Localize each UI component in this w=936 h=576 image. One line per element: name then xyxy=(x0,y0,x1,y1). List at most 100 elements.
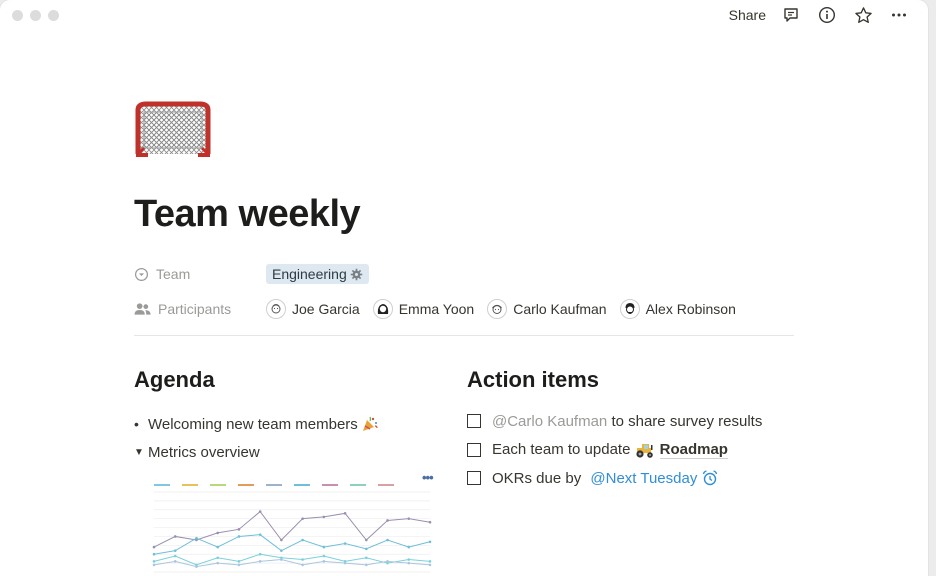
data-point xyxy=(152,545,156,549)
data-point xyxy=(386,538,389,542)
data-point xyxy=(301,558,304,561)
properties-divider xyxy=(134,335,794,336)
data-point xyxy=(428,560,432,563)
legend-swatch xyxy=(182,484,198,486)
person-alex-robinson[interactable]: Alex Robinson xyxy=(619,299,736,319)
data-point xyxy=(428,540,432,544)
agenda-item-text: Metrics overview xyxy=(148,443,260,461)
data-point xyxy=(216,545,219,549)
legend-swatch xyxy=(350,484,366,486)
data-point xyxy=(195,536,198,540)
todo-item: OKRs due by @Next Tuesday xyxy=(467,464,762,493)
toggle-triangle-icon[interactable]: ▼ xyxy=(134,447,148,458)
legend-swatch xyxy=(210,484,226,486)
data-point xyxy=(343,512,347,515)
agenda-heading[interactable]: Agenda xyxy=(134,367,215,393)
todo-checkbox[interactable] xyxy=(467,471,481,486)
todo-item: @Carlo Kaufman to share survey results xyxy=(467,407,762,436)
data-point xyxy=(365,538,368,542)
chart-options-icon[interactable]: ••• xyxy=(422,470,434,485)
participants-label-text: Participants xyxy=(158,301,232,317)
series-line xyxy=(153,510,431,548)
bullet-icon: • xyxy=(134,416,139,432)
chart-svg xyxy=(152,484,432,573)
legend-swatch xyxy=(294,484,310,486)
share-button[interactable]: Share xyxy=(729,7,766,23)
person-carlo-kaufman[interactable]: Carlo Kaufman xyxy=(487,299,607,319)
team-property-label[interactable]: Team xyxy=(134,266,266,282)
data-point xyxy=(280,549,283,552)
minimize-window-dot[interactable] xyxy=(30,10,41,21)
data-point xyxy=(216,531,219,535)
data-point xyxy=(216,561,219,565)
top-bar: Share xyxy=(729,4,910,26)
data-point xyxy=(322,545,326,549)
person-name: Carlo Kaufman xyxy=(513,301,607,317)
data-point xyxy=(195,565,198,568)
list-item[interactable]: ▼ Metrics overview xyxy=(134,438,379,466)
data-point xyxy=(152,563,156,567)
legend-swatch xyxy=(238,484,254,486)
action-items-heading[interactable]: Action items xyxy=(467,367,599,393)
participants-property-label[interactable]: Participants xyxy=(134,301,266,317)
todo-text: to share survey results xyxy=(607,412,763,430)
comment-icon[interactable] xyxy=(780,4,802,26)
todo-checkbox[interactable] xyxy=(467,442,481,457)
data-point xyxy=(386,519,389,522)
data-point xyxy=(280,558,283,561)
maximize-window-dot[interactable] xyxy=(48,10,59,21)
todo-checkbox[interactable] xyxy=(467,414,481,429)
data-point xyxy=(365,563,368,567)
data-point xyxy=(407,558,411,561)
person-emma-yoon[interactable]: Emma Yoon xyxy=(372,299,475,319)
list-item[interactable]: • Welcoming new team members xyxy=(134,410,379,438)
data-point xyxy=(173,554,177,558)
star-icon[interactable] xyxy=(852,4,874,26)
engineering-tag-text: Engineering xyxy=(272,266,347,282)
tractor-icon xyxy=(636,443,653,458)
data-point xyxy=(428,520,432,524)
data-point xyxy=(343,561,347,565)
date-mention[interactable]: @Next Tuesday xyxy=(590,470,697,487)
team-label-text: Team xyxy=(156,266,191,282)
data-point xyxy=(322,560,326,563)
team-property: Team Engineering xyxy=(134,261,369,287)
data-point xyxy=(322,515,326,519)
data-point xyxy=(173,549,177,552)
avatar xyxy=(619,299,640,319)
people-icon xyxy=(134,303,151,315)
data-point xyxy=(365,547,368,551)
more-icon[interactable] xyxy=(888,4,910,26)
data-point xyxy=(237,528,241,531)
data-point xyxy=(407,517,411,520)
page-title[interactable]: Team weekly xyxy=(134,193,361,236)
person-joe-garcia[interactable]: Joe Garcia xyxy=(266,299,360,319)
agenda-list: • Welcoming new team members ▼ Metrics o… xyxy=(134,410,379,466)
legend-swatch xyxy=(154,484,170,486)
avatar xyxy=(372,299,393,319)
page-window: Share Team weekly Team Engineering Parti… xyxy=(0,0,928,576)
data-point xyxy=(407,545,411,549)
person-name: Joe Garcia xyxy=(292,301,360,317)
party-popper-icon xyxy=(362,416,378,431)
hockey-goal-icon[interactable] xyxy=(134,100,212,158)
todo-text: Each team to update xyxy=(492,441,635,459)
data-point xyxy=(428,563,432,567)
roadmap-page-link[interactable]: Roadmap xyxy=(659,441,728,459)
data-point xyxy=(301,517,304,520)
person-name: Alex Robinson xyxy=(645,301,736,317)
engineering-tag[interactable]: Engineering xyxy=(266,264,369,284)
avatar xyxy=(487,299,508,319)
action-items-list: @Carlo Kaufman to share survey results E… xyxy=(467,407,762,493)
legend-swatch xyxy=(266,484,282,486)
data-point xyxy=(386,560,389,563)
data-point xyxy=(343,542,347,545)
info-icon[interactable] xyxy=(816,4,838,26)
close-window-dot[interactable] xyxy=(12,10,23,21)
participants-list: Joe Garcia Emma Yoon Carlo Kaufman Alex … xyxy=(266,299,736,319)
person-name: Emma Yoon xyxy=(398,301,475,317)
user-mention[interactable]: @Carlo Kaufman xyxy=(492,413,607,430)
data-point xyxy=(322,554,326,558)
participants-property: Participants Joe Garcia Emma Yoon Carlo … xyxy=(134,296,736,322)
data-point xyxy=(301,563,304,567)
